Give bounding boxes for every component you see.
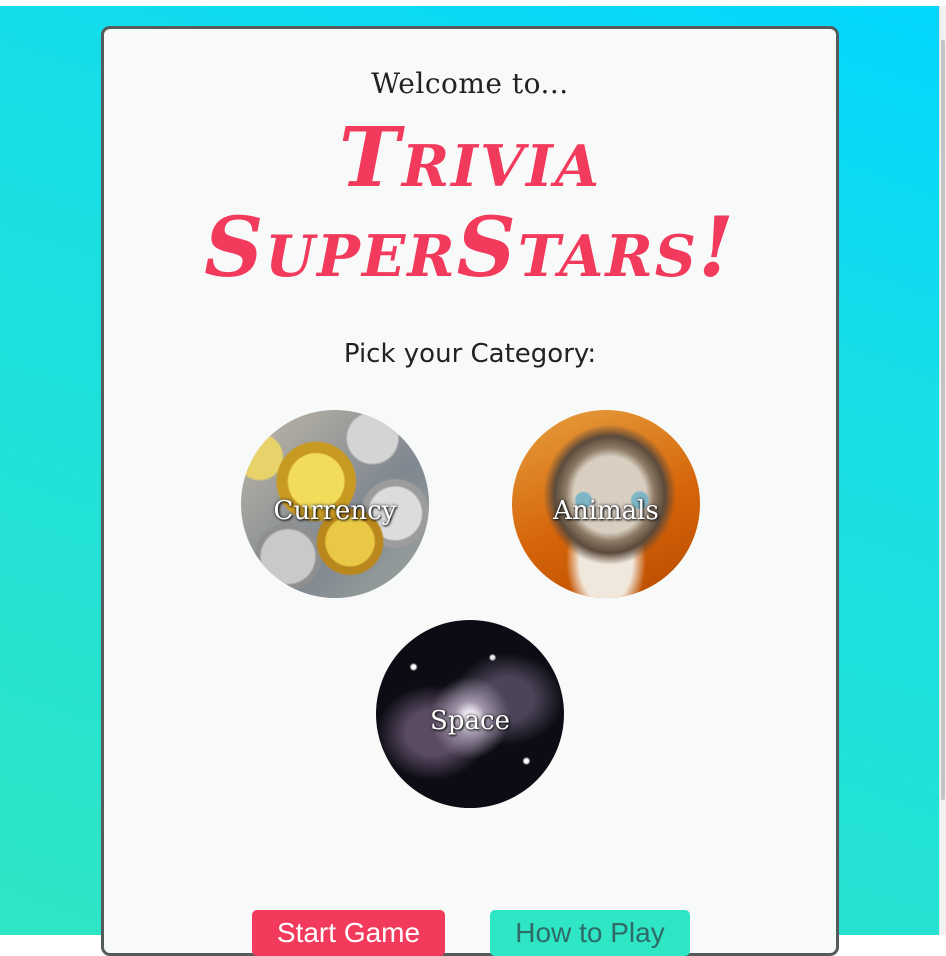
title-line-1: Trivia [338,110,602,206]
category-currency[interactable]: Currency [241,410,429,598]
category-label: Animals [553,496,659,526]
category-animals[interactable]: Animals [512,410,700,598]
page-title: Trivia SuperStars! [104,113,836,293]
main-card: Welcome to... Trivia SuperStars! Pick yo… [101,26,839,956]
title-line-2: SuperStars! [204,200,736,296]
how-to-play-button[interactable]: How to Play [490,910,690,956]
welcome-text: Welcome to... [371,67,569,100]
category-space[interactable]: Space [376,620,564,808]
category-prompt: Pick your Category: [343,339,597,369]
category-label: Space [430,706,510,736]
scrollbar-thumb[interactable] [941,40,945,800]
start-game-button[interactable]: Start Game [252,910,445,956]
category-label: Currency [273,496,397,526]
